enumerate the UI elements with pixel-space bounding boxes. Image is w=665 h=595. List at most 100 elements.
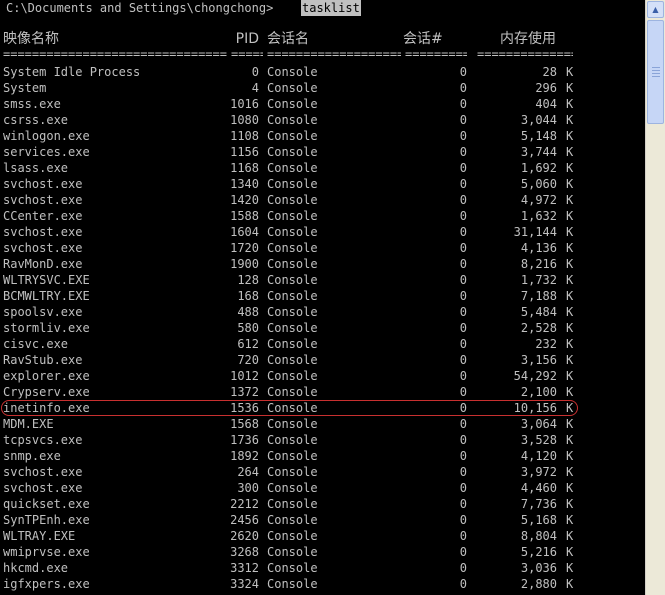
process-memory: 54,292 [513, 369, 557, 383]
process-pid: 1900 [230, 257, 259, 271]
process-name: SynTPEnh.exe [3, 513, 90, 527]
process-name: System [3, 81, 47, 95]
process-session-name: Console [267, 241, 318, 255]
process-session-name: Console [267, 449, 318, 463]
process-session-number: 0 [459, 417, 467, 431]
process-session-name: Console [267, 289, 318, 303]
process-session-number: 0 [459, 529, 467, 543]
header-session-name: 会话名 [267, 31, 309, 47]
process-memory: 5,060 [520, 177, 557, 191]
process-pid: 1012 [230, 369, 259, 383]
process-session-number: 0 [459, 337, 467, 351]
process-session-number: 0 [459, 433, 467, 447]
process-session-number: 0 [459, 449, 467, 463]
memory-unit: K [566, 225, 574, 239]
process-pid: 3268 [230, 545, 259, 559]
process-session-number: 0 [459, 321, 467, 335]
memory-unit: K [566, 81, 574, 95]
memory-unit: K [566, 545, 574, 559]
memory-unit: K [566, 529, 574, 543]
memory-unit: K [566, 193, 574, 207]
process-session-number: 0 [459, 497, 467, 511]
process-name: Crypserv.exe [3, 385, 90, 399]
process-session-name: Console [267, 257, 318, 271]
memory-unit: K [566, 97, 574, 111]
process-name: svchost.exe [3, 241, 83, 255]
memory-unit: K [566, 209, 574, 223]
typed-command: tasklist [301, 0, 361, 16]
process-session-number: 0 [459, 145, 467, 159]
process-pid: 1536 [230, 401, 259, 415]
memory-unit: K [566, 161, 574, 175]
process-session-name: Console [267, 433, 318, 447]
process-name: inetinfo.exe [3, 401, 90, 415]
process-session-name: Console [267, 81, 318, 95]
process-memory: 3,044 [520, 113, 557, 127]
process-session-number: 0 [459, 545, 467, 559]
process-memory: 4,120 [520, 449, 557, 463]
process-name: services.exe [3, 145, 90, 159]
process-session-number: 0 [459, 257, 467, 271]
process-session-name: Console [267, 481, 318, 495]
memory-unit: K [566, 465, 574, 479]
header-pid: PID [235, 31, 259, 47]
memory-unit: K [566, 481, 574, 495]
process-name: quickset.exe [3, 497, 90, 511]
process-name: MDM.EXE [3, 417, 54, 431]
process-session-name: Console [267, 209, 318, 223]
process-memory: 10,156 [513, 401, 557, 415]
process-session-name: Console [267, 305, 318, 319]
process-memory: 3,156 [520, 353, 557, 367]
process-name: svchost.exe [3, 177, 83, 191]
process-session-name: Console [267, 417, 318, 431]
console-window[interactable]: C:\Documents and Settings\chongchong> ta… [0, 0, 645, 595]
process-memory: 404 [535, 97, 557, 111]
table-header: 映像名称 PID 会话名 会话# 内存使用 [3, 28, 556, 50]
process-session-name: Console [267, 321, 318, 335]
header-memory-usage: 内存使用 [500, 31, 556, 47]
memory-unit: K [566, 65, 574, 79]
process-pid: 1080 [230, 113, 259, 127]
process-name: lsass.exe [3, 161, 69, 175]
process-session-number: 0 [459, 353, 467, 367]
process-pid: 2620 [230, 529, 259, 543]
process-name: BCMWLTRY.EXE [3, 289, 90, 303]
process-memory: 4,136 [520, 241, 557, 255]
scroll-up-button[interactable]: ▲ [647, 1, 664, 18]
process-pid: 580 [237, 321, 259, 335]
process-session-name: Console [267, 401, 318, 415]
scroll-thumb[interactable] [647, 20, 664, 124]
process-pid: 488 [237, 305, 259, 319]
process-pid: 1016 [230, 97, 259, 111]
memory-unit: K [566, 449, 574, 463]
process-name: stormliv.exe [3, 321, 90, 335]
process-name: smss.exe [3, 97, 61, 111]
process-memory: 1,732 [520, 273, 557, 287]
process-session-number: 0 [459, 561, 467, 575]
memory-unit: K [566, 113, 574, 127]
process-pid: 1604 [230, 225, 259, 239]
process-session-name: Console [267, 529, 318, 543]
process-memory: 2,880 [520, 577, 557, 591]
process-name: svchost.exe [3, 193, 83, 207]
process-memory: 2,100 [520, 385, 557, 399]
process-session-number: 0 [459, 193, 467, 207]
process-name: svchost.exe [3, 225, 83, 239]
process-memory: 5,216 [520, 545, 557, 559]
process-pid: 1588 [230, 209, 259, 223]
memory-unit: K [566, 145, 574, 159]
memory-unit: K [566, 305, 574, 319]
process-session-number: 0 [459, 481, 467, 495]
process-memory: 4,460 [520, 481, 557, 495]
process-session-number: 0 [459, 81, 467, 95]
process-session-name: Console [267, 145, 318, 159]
process-session-name: Console [267, 561, 318, 575]
process-memory: 5,168 [520, 513, 557, 527]
process-name: snmp.exe [3, 449, 61, 463]
process-name: svchost.exe [3, 481, 83, 495]
memory-unit: K [566, 513, 574, 527]
process-session-number: 0 [459, 401, 467, 415]
vertical-scrollbar[interactable]: ▲ [645, 0, 665, 595]
process-session-name: Console [267, 97, 318, 111]
process-session-number: 0 [459, 513, 467, 527]
